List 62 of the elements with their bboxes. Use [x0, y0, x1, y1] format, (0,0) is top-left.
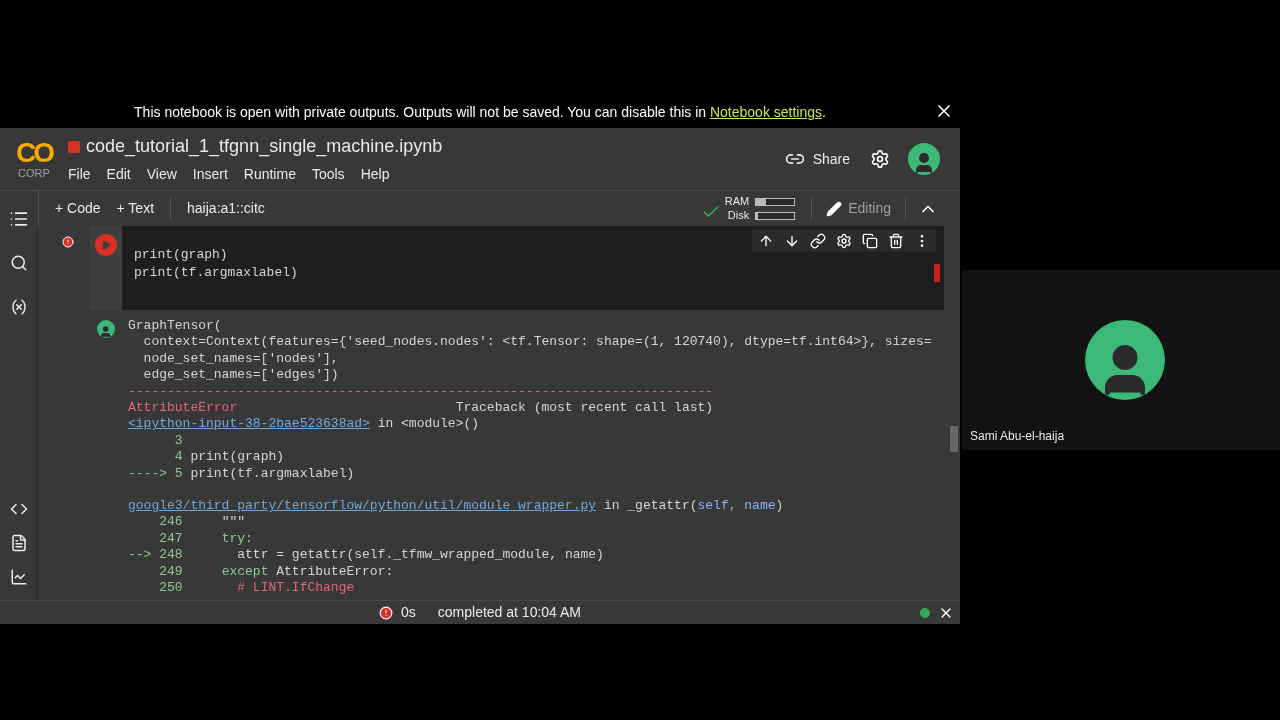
execution-duration: 0s [401, 603, 416, 622]
branch-label: haija:a1::citc [187, 199, 265, 218]
output-line: google3/third_party/tensorflow/python/util/module_wrapper.py in _getattr(self, name) [128, 498, 784, 515]
output-line: GraphTensor( [128, 318, 222, 335]
share-button[interactable]: Share [784, 148, 850, 170]
output-line: 246 """ [158, 514, 246, 531]
run-cell-button[interactable] [95, 234, 117, 256]
participant-name: Sami Abu-el-haija [970, 428, 1065, 445]
meter-label: RAM [724, 194, 750, 210]
output-line: node_set_names=['nodes'], [142, 350, 339, 368]
output-line: 249 except AttributeError: [158, 563, 394, 581]
link-icon[interactable] [810, 233, 826, 249]
settings-icon[interactable] [836, 233, 852, 249]
error-marker [934, 264, 940, 282]
output-line: --> 248 attr = getattr(self._tfmw_wrapped_module, name) [128, 547, 604, 564]
logo-caption: CORP [18, 167, 50, 179]
execution-status: completed at 10:04 AM [437, 603, 581, 622]
chart-icon[interactable] [9, 568, 28, 586]
output-line: 4 print(graph) [173, 449, 285, 466]
menu-item[interactable]: Tools [311, 164, 345, 185]
output-line: ----> 5 print(tf.argmaxlabel) [128, 465, 355, 483]
code-line: print(graph) [134, 246, 228, 264]
settings-icon[interactable] [870, 149, 890, 169]
variables-icon[interactable] [9, 298, 28, 316]
play-icon [101, 240, 111, 250]
usage-meter [755, 197, 796, 206]
notebook-title[interactable]: code_tutorial_1_tfgnn_single_machine.ipynb [86, 133, 443, 160]
output-line: <ipython-input-38-2bae523638ad> in <module>() [128, 416, 480, 433]
account-avatar [908, 143, 940, 175]
menu-item[interactable]: File [68, 164, 91, 185]
menu-item[interactable]: Help [360, 164, 390, 185]
output-line: 250 # LINT.IfChange [158, 580, 355, 597]
menu-item[interactable]: Insert [192, 164, 228, 185]
output-line: context=Context(features={'seed_nodes.nodes': <tf.Tensor: shape=(1, 120740), dtype=tf.int64>}, sizes= [142, 334, 932, 351]
output-line: AttributeError Traceback (most recent call last) [128, 400, 714, 417]
error-icon [62, 236, 74, 248]
search-icon[interactable] [9, 254, 28, 272]
menu-item[interactable]: Runtime [243, 164, 296, 185]
colab-logo: CO [16, 139, 52, 167]
pencil-icon [826, 200, 843, 217]
move-up-icon[interactable] [758, 233, 774, 249]
delete-icon[interactable] [888, 233, 904, 249]
mirror-cell-icon[interactable] [862, 233, 878, 249]
code-line: print(tf.argmaxlabel) [134, 264, 298, 282]
notebook-icon [68, 140, 80, 153]
add-text-button[interactable]: + Text [116, 198, 155, 219]
private-outputs-notice: This notebook is open with private outputs. Outputs will not be saved. You can disable this in Notebook settings. [134, 102, 826, 122]
menu-item[interactable]: Edit [106, 164, 131, 185]
output-line: 247 try: [158, 530, 253, 548]
meter-label: Disk [727, 208, 750, 224]
add-code-button[interactable]: + Code [55, 198, 101, 219]
output-avatar-icon [97, 320, 115, 338]
output-line: --------------------------------------------------------------------------- [128, 383, 714, 401]
output-line: 3 [173, 432, 183, 450]
code-editor[interactable]: print(graph) print(tf.argmaxlabel) [122, 226, 944, 310]
command-palette-icon[interactable] [9, 534, 28, 552]
menu-item[interactable]: View [146, 164, 177, 185]
usage-meter [755, 211, 796, 220]
scrollbar-thumb[interactable] [950, 426, 958, 452]
editing-button[interactable]: Editing [826, 198, 891, 219]
output-line: edge_set_names=['edges']) [142, 367, 339, 384]
move-down-icon[interactable] [784, 233, 800, 249]
